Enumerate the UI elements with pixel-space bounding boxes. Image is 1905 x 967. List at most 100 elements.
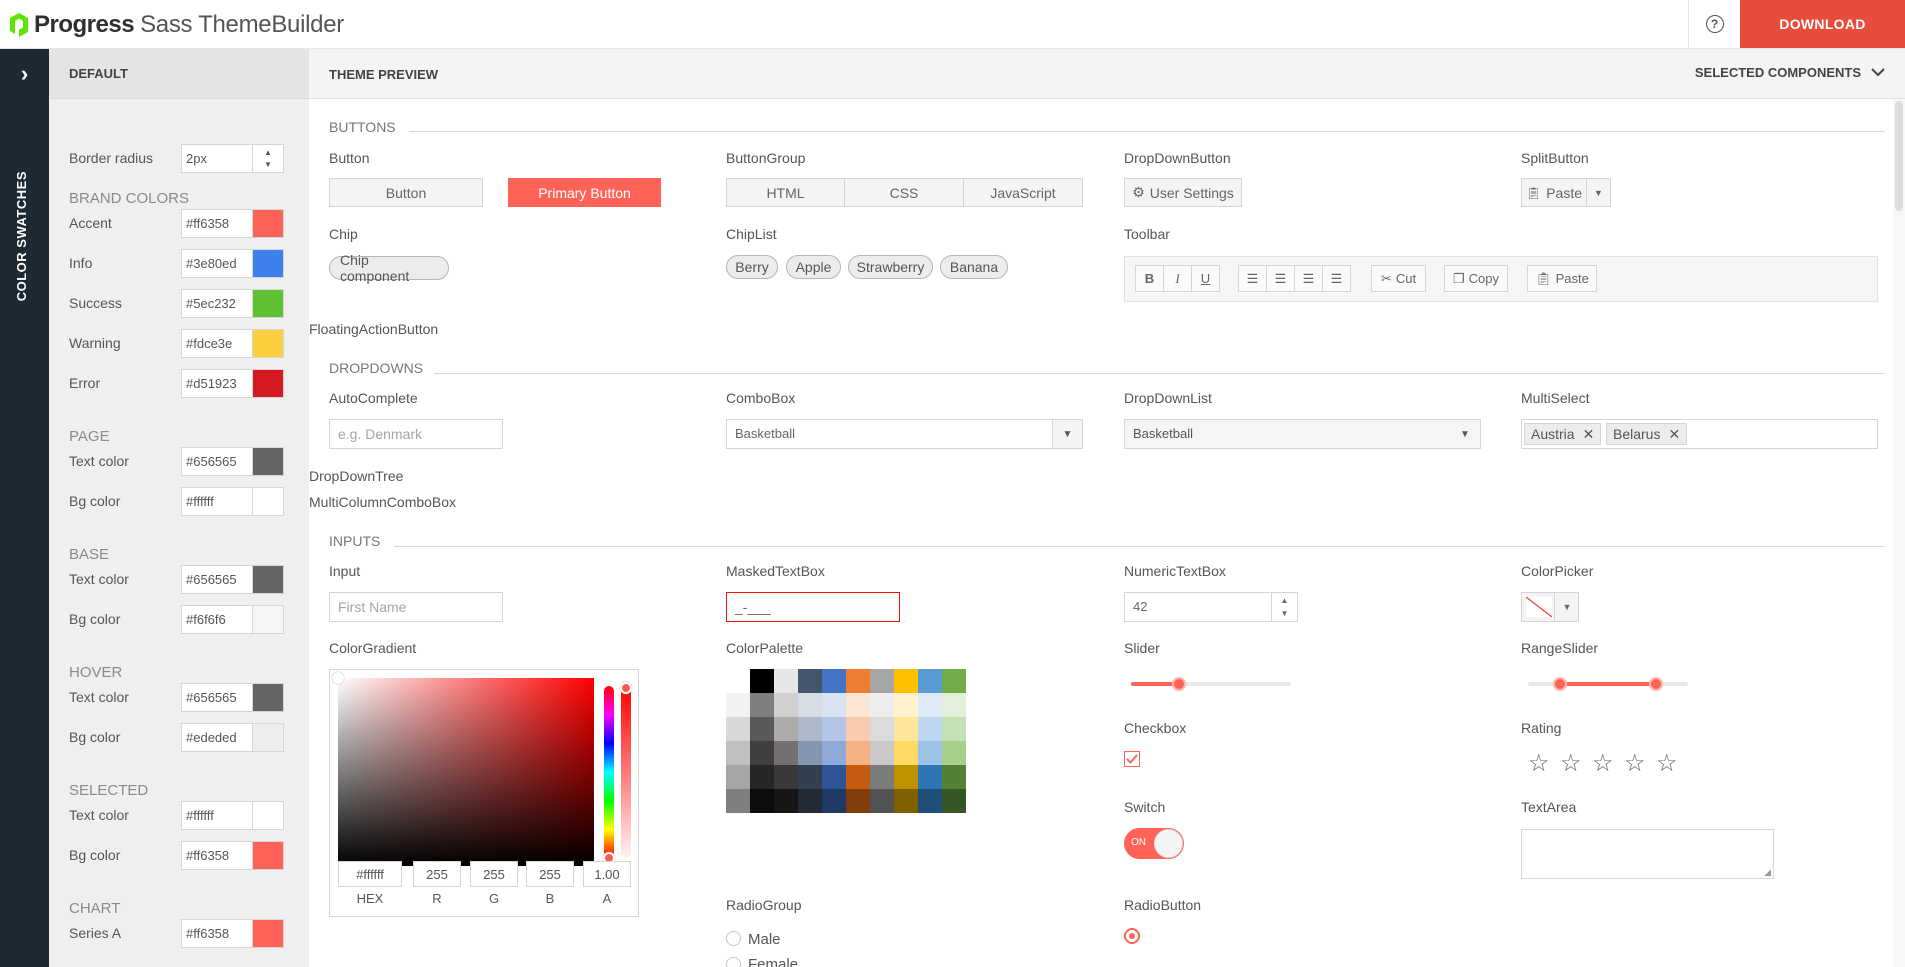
- palette-swatch[interactable]: [822, 741, 846, 765]
- alpha-handle[interactable]: [620, 682, 632, 694]
- chip-banana[interactable]: Banana: [940, 255, 1008, 279]
- color-hex-input[interactable]: #ffffff: [181, 800, 253, 830]
- expand-panel-button[interactable]: ›: [0, 49, 49, 99]
- color-hex-input[interactable]: #f6f6f6: [181, 604, 253, 634]
- star-icon[interactable]: ☆: [1656, 752, 1678, 776]
- palette-swatch[interactable]: [798, 765, 822, 789]
- color-swatch[interactable]: [253, 288, 284, 318]
- color-hex-input[interactable]: #ededed: [181, 722, 253, 752]
- color-hex-input[interactable]: #ff6358: [181, 840, 253, 870]
- dropdownlist[interactable]: Basketball ▼: [1124, 419, 1481, 449]
- bold-button[interactable]: B: [1135, 265, 1164, 292]
- palette-swatch[interactable]: [774, 693, 798, 717]
- color-swatch[interactable]: [253, 918, 284, 948]
- palette-swatch[interactable]: [870, 789, 894, 813]
- textarea[interactable]: ◢: [1521, 829, 1774, 879]
- palette-swatch[interactable]: [894, 669, 918, 693]
- buttongroup-css[interactable]: CSS: [844, 178, 964, 207]
- palette-swatch[interactable]: [726, 789, 750, 813]
- palette-swatch[interactable]: [870, 669, 894, 693]
- color-swatch[interactable]: [253, 800, 284, 830]
- default-button[interactable]: Button: [329, 178, 483, 207]
- numeric-textbox[interactable]: 42 ▲ ▼: [1124, 592, 1298, 622]
- color-hex-input[interactable]: #ffffff: [181, 486, 253, 516]
- palette-swatch[interactable]: [822, 789, 846, 813]
- radio-female[interactable]: [726, 957, 741, 967]
- star-icon[interactable]: ☆: [1592, 752, 1614, 776]
- hex-input[interactable]: #ffffff: [338, 861, 402, 887]
- tag-austria[interactable]: Austria ✕: [1524, 423, 1602, 445]
- a-input[interactable]: 1.00: [583, 861, 631, 887]
- palette-swatch[interactable]: [942, 765, 966, 789]
- selected-components-dropdown[interactable]: SELECTED COMPONENTS: [1695, 65, 1885, 80]
- color-swatch[interactable]: [253, 604, 284, 634]
- chip-strawberry[interactable]: Strawberry: [848, 255, 933, 279]
- buttongroup-html[interactable]: HTML: [726, 178, 845, 207]
- resize-handle-icon[interactable]: ◢: [1764, 867, 1771, 878]
- primary-button[interactable]: Primary Button: [508, 178, 661, 207]
- palette-swatch[interactable]: [798, 693, 822, 717]
- palette-swatch[interactable]: [918, 717, 942, 741]
- user-settings-button[interactable]: ⚙ User Settings: [1124, 178, 1242, 207]
- cut-button[interactable]: ✂ Cut: [1371, 265, 1426, 292]
- palette-swatch[interactable]: [894, 741, 918, 765]
- palette-swatch[interactable]: [822, 669, 846, 693]
- star-icon[interactable]: ☆: [1560, 752, 1582, 776]
- palette-swatch[interactable]: [750, 669, 774, 693]
- help-button[interactable]: ?: [1688, 0, 1740, 48]
- palette-swatch[interactable]: [846, 789, 870, 813]
- autocomplete-input[interactable]: e.g. Denmark: [329, 419, 503, 449]
- hue-slider[interactable]: [604, 686, 614, 858]
- split-arrow-button[interactable]: ▼: [1586, 178, 1611, 207]
- palette-swatch[interactable]: [774, 789, 798, 813]
- r-input[interactable]: 255: [413, 861, 461, 887]
- color-swatch[interactable]: [253, 564, 284, 594]
- palette-swatch[interactable]: [846, 741, 870, 765]
- border-radius-spinner[interactable]: ▲ ▼: [253, 143, 284, 173]
- align-left-button[interactable]: ☰: [1238, 265, 1267, 292]
- scrollbar-track[interactable]: [1893, 99, 1905, 967]
- palette-swatch[interactable]: [750, 789, 774, 813]
- palette-swatch[interactable]: [774, 717, 798, 741]
- palette-swatch[interactable]: [942, 741, 966, 765]
- palette-swatch[interactable]: [870, 741, 894, 765]
- palette-swatch[interactable]: [750, 693, 774, 717]
- italic-button[interactable]: I: [1163, 265, 1192, 292]
- star-icon[interactable]: ☆: [1528, 752, 1550, 776]
- color-hex-input[interactable]: #ff6358: [181, 918, 253, 948]
- color-swatch[interactable]: [253, 328, 284, 358]
- color-swatch[interactable]: [253, 248, 284, 278]
- color-swatches-tab[interactable]: COLOR SWATCHES: [14, 171, 29, 301]
- palette-swatch[interactable]: [798, 789, 822, 813]
- checkbox[interactable]: [1124, 751, 1140, 767]
- g-input[interactable]: 255: [470, 861, 518, 887]
- palette-swatch[interactable]: [798, 741, 822, 765]
- palette-swatch[interactable]: [894, 693, 918, 717]
- palette-swatch[interactable]: [894, 789, 918, 813]
- masked-textbox[interactable]: _-___: [726, 592, 900, 622]
- underline-button[interactable]: U: [1191, 265, 1220, 292]
- palette-swatch[interactable]: [798, 669, 822, 693]
- colorpicker[interactable]: ▼: [1521, 592, 1579, 622]
- palette-swatch[interactable]: [726, 693, 750, 717]
- color-swatch[interactable]: [253, 722, 284, 752]
- palette-swatch[interactable]: [798, 717, 822, 741]
- color-swatch[interactable]: [253, 368, 284, 398]
- palette-swatch[interactable]: [942, 669, 966, 693]
- palette-swatch[interactable]: [846, 693, 870, 717]
- chip-component[interactable]: Chip component: [329, 252, 449, 284]
- color-hex-input[interactable]: #fdce3e: [181, 328, 253, 358]
- palette-swatch[interactable]: [846, 717, 870, 741]
- palette-swatch[interactable]: [918, 741, 942, 765]
- palette-swatch[interactable]: [822, 765, 846, 789]
- palette-swatch[interactable]: [822, 717, 846, 741]
- palette-swatch[interactable]: [774, 741, 798, 765]
- caret-down-icon[interactable]: ▼: [1052, 420, 1082, 448]
- buttongroup-javascript[interactable]: JavaScript: [963, 178, 1083, 207]
- color-hex-input[interactable]: #656565: [181, 564, 253, 594]
- combobox-input[interactable]: Basketball ▼: [726, 419, 1083, 449]
- slider-handle[interactable]: [1172, 677, 1186, 691]
- align-justify-button[interactable]: ☰: [1322, 265, 1351, 292]
- rangeslider-end-handle[interactable]: [1649, 677, 1663, 691]
- color-hex-input[interactable]: #5ec232: [181, 288, 253, 318]
